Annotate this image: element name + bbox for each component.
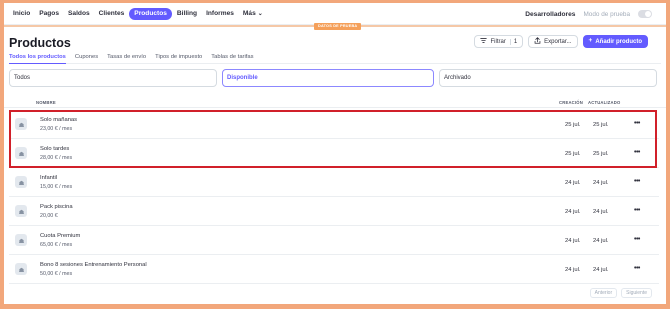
table-header: NOMBRE CREACIÓN ACTUALIZADO [4,97,666,108]
chevron-down-icon: ⌄ [257,10,263,17]
product-price: 15,00 € / mes [40,184,73,190]
product-tabs: Todos los productos Cupones Tasas de env… [9,52,661,64]
row-more-options-icon[interactable]: ••• [634,236,640,243]
product-updated-date: 24 jul. [593,180,609,186]
filter-button[interactable]: Filtrar 1 [474,35,524,48]
nav-item-clientes[interactable]: Clientes [95,8,129,20]
app-window: Inicio Pagos Saldos Clientes Productos B… [4,3,666,304]
filter-icon [480,37,488,47]
table-row[interactable]: Pack piscina 20,00 € 24 jul. 24 jul. ••• [9,197,659,226]
nav-item-productos[interactable]: Productos [129,7,172,20]
product-price: 50,00 € / mes [40,271,73,277]
add-product-button[interactable]: + Añadir producto [582,35,648,48]
product-updated-date: 24 jul. [593,267,609,273]
nav-more-label: Más [242,9,256,17]
tab-shipping-rates[interactable]: Tasas de envío [107,52,146,64]
product-price: 20,00 € [40,213,58,219]
column-header-created[interactable]: CREACIÓN [559,100,583,105]
column-header-name[interactable]: NOMBRE [36,100,56,105]
product-price: 65,00 € / mes [40,242,73,248]
nav-item-informes[interactable]: Informes [202,8,238,20]
next-page-button[interactable]: Siguiente [621,288,652,298]
product-image-placeholder-icon [15,234,27,246]
export-icon [534,36,541,47]
test-data-badge: DATOS DE PRUEBA [314,23,362,30]
test-mode-toggle[interactable] [638,10,652,18]
highlight-annotation [9,110,657,168]
nav-item-saldos[interactable]: Saldos [64,8,94,20]
product-image-placeholder-icon [15,263,27,275]
row-more-options-icon[interactable]: ••• [634,178,640,185]
nav-item-billing[interactable]: Billing [173,8,201,20]
nav-item-inicio[interactable]: Inicio [9,8,34,20]
product-updated-date: 24 jul. [593,209,609,215]
product-image-placeholder-icon [15,176,27,188]
pagination: Anterior Siguiente [589,288,652,298]
nav-more-menu[interactable]: Más ⌄ [239,8,267,20]
page-title: Productos [9,36,71,50]
product-created-date: 24 jul. [565,267,581,273]
nav-right-group: Desarrolladores Modo de prueba [525,3,652,25]
product-updated-date: 24 jul. [593,238,609,244]
product-image-placeholder-icon [15,205,27,217]
row-more-options-icon[interactable]: ••• [634,207,640,214]
filter-card-available[interactable]: Disponible [222,69,434,87]
tab-all-products[interactable]: Todos los productos [9,52,66,64]
filter-card-archived[interactable]: Archivado [439,69,657,87]
tab-coupons[interactable]: Cupones [75,52,98,64]
test-mode-label: Modo de prueba [583,10,630,18]
product-name[interactable]: Infantil [40,175,57,181]
product-name[interactable]: Bono 8 sesiones Entrenamiento Personal [40,262,147,268]
plus-icon: + [588,37,593,45]
add-product-label: Añadir producto [595,38,642,45]
column-header-updated[interactable]: ACTUALIZADO [588,100,620,105]
export-label: Exportar... [544,38,572,45]
table-row[interactable]: Infantil 15,00 € / mes 24 jul. 24 jul. ••• [9,168,659,197]
product-name[interactable]: Pack piscina [40,204,73,210]
product-name[interactable]: Cuota Premium [40,233,80,239]
developers-link[interactable]: Desarrolladores [525,11,575,18]
previous-page-button[interactable]: Anterior [589,288,618,298]
top-navigation: Inicio Pagos Saldos Clientes Productos B… [4,3,666,25]
table-row[interactable]: Bono 8 sesiones Entrenamiento Personal 50… [9,255,659,284]
header-actions: Filtrar 1 Exportar... + Añadir producto [474,35,648,48]
tab-tax-types[interactable]: Tipos de impuesto [155,52,202,64]
filter-card-all[interactable]: Todos [9,69,217,87]
product-created-date: 24 jul. [565,238,581,244]
nav-item-pagos[interactable]: Pagos [35,8,63,20]
table-row[interactable]: Cuota Premium 65,00 € / mes 24 jul. 24 jul.… [9,226,659,255]
tab-rate-tables[interactable]: Tablas de tarifas [211,52,253,64]
row-more-options-icon[interactable]: ••• [634,265,640,272]
export-button[interactable]: Exportar... [528,35,578,48]
filter-label: Filtrar [490,38,506,45]
product-created-date: 24 jul. [565,209,581,215]
filter-count-badge: 1 [509,38,517,45]
product-created-date: 24 jul. [565,180,581,186]
